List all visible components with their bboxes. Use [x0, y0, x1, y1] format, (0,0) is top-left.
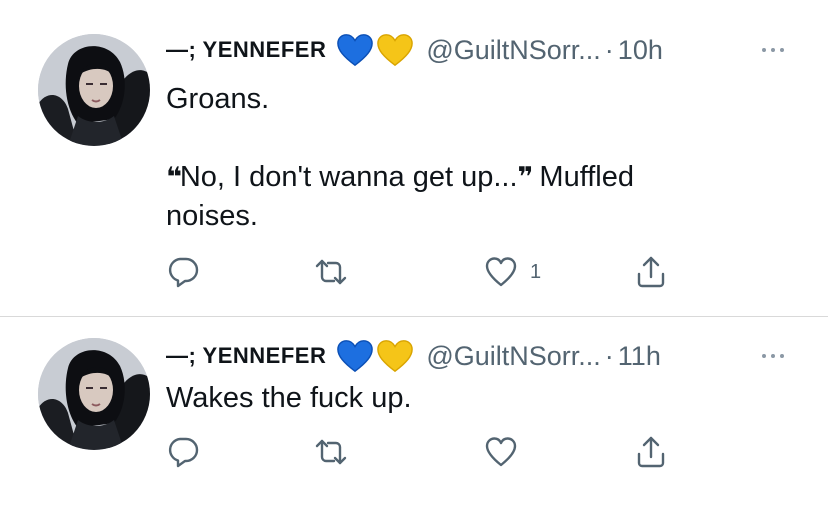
- tweet-text: Groans.: [166, 83, 270, 115]
- yellow-heart-icon: [376, 338, 414, 374]
- reply-icon: [166, 255, 200, 289]
- action-bar: [166, 432, 726, 472]
- like-button[interactable]: 1: [484, 252, 541, 292]
- close-quote-mark: ❞: [517, 162, 534, 192]
- share-icon: [634, 435, 668, 469]
- display-name[interactable]: —; YENNEFER: [166, 37, 326, 63]
- open-quote-mark: ❝: [166, 162, 182, 192]
- more-options-icon[interactable]: [762, 354, 784, 358]
- action-bar: 1: [166, 252, 726, 292]
- timestamp[interactable]: 10h: [618, 35, 663, 66]
- reply-button[interactable]: [166, 432, 200, 472]
- like-button[interactable]: [484, 432, 518, 472]
- tweet-text-line: ❝No, I don't wanna get up...❞ Muffled: [166, 157, 786, 197]
- share-button[interactable]: [634, 432, 668, 472]
- separator-dot: ·: [604, 340, 614, 371]
- tweet-header: —; YENNEFER @GuiltNSorr... · 11h: [166, 336, 661, 376]
- timestamp[interactable]: 11h: [618, 341, 661, 372]
- reply-button[interactable]: [166, 252, 200, 292]
- more-options-icon[interactable]: [762, 48, 784, 52]
- like-count: 1: [530, 260, 542, 283]
- quote-text: No, I don't wanna get up...: [179, 161, 518, 193]
- user-handle[interactable]: @GuiltNSorr...: [426, 35, 600, 66]
- retweet-button[interactable]: [314, 252, 348, 292]
- share-button[interactable]: [634, 252, 668, 292]
- reply-icon: [166, 435, 200, 469]
- tweet-text: Wakes the fuck up.: [166, 382, 412, 414]
- name-emojis: [336, 338, 416, 374]
- separator-dot: ·: [604, 34, 614, 65]
- tweet-text-line: noises.: [166, 200, 258, 232]
- tweet-divider: [0, 316, 828, 317]
- display-name[interactable]: —; YENNEFER: [166, 343, 326, 369]
- blue-heart-icon: [336, 32, 374, 68]
- retweet-icon: [314, 255, 348, 289]
- avatar[interactable]: [38, 338, 150, 450]
- avatar[interactable]: [38, 34, 150, 146]
- heart-icon: [484, 255, 518, 289]
- name-emojis: [336, 32, 416, 68]
- tweet[interactable]: —; YENNEFER @GuiltNSorr... · 10h Groans.…: [0, 0, 828, 316]
- heart-icon: [484, 435, 518, 469]
- blue-heart-icon: [336, 338, 374, 374]
- user-handle[interactable]: @GuiltNSorr...: [426, 341, 600, 372]
- yellow-heart-icon: [376, 32, 414, 68]
- retweet-icon: [314, 435, 348, 469]
- tweet-header: —; YENNEFER @GuiltNSorr... · 10h: [166, 30, 663, 70]
- retweet-button[interactable]: [314, 432, 348, 472]
- tweet[interactable]: —; YENNEFER @GuiltNSorr... · 11h Wakes t…: [0, 318, 828, 508]
- tweet-text-continuation: Muffled: [531, 161, 635, 193]
- share-icon: [634, 255, 668, 289]
